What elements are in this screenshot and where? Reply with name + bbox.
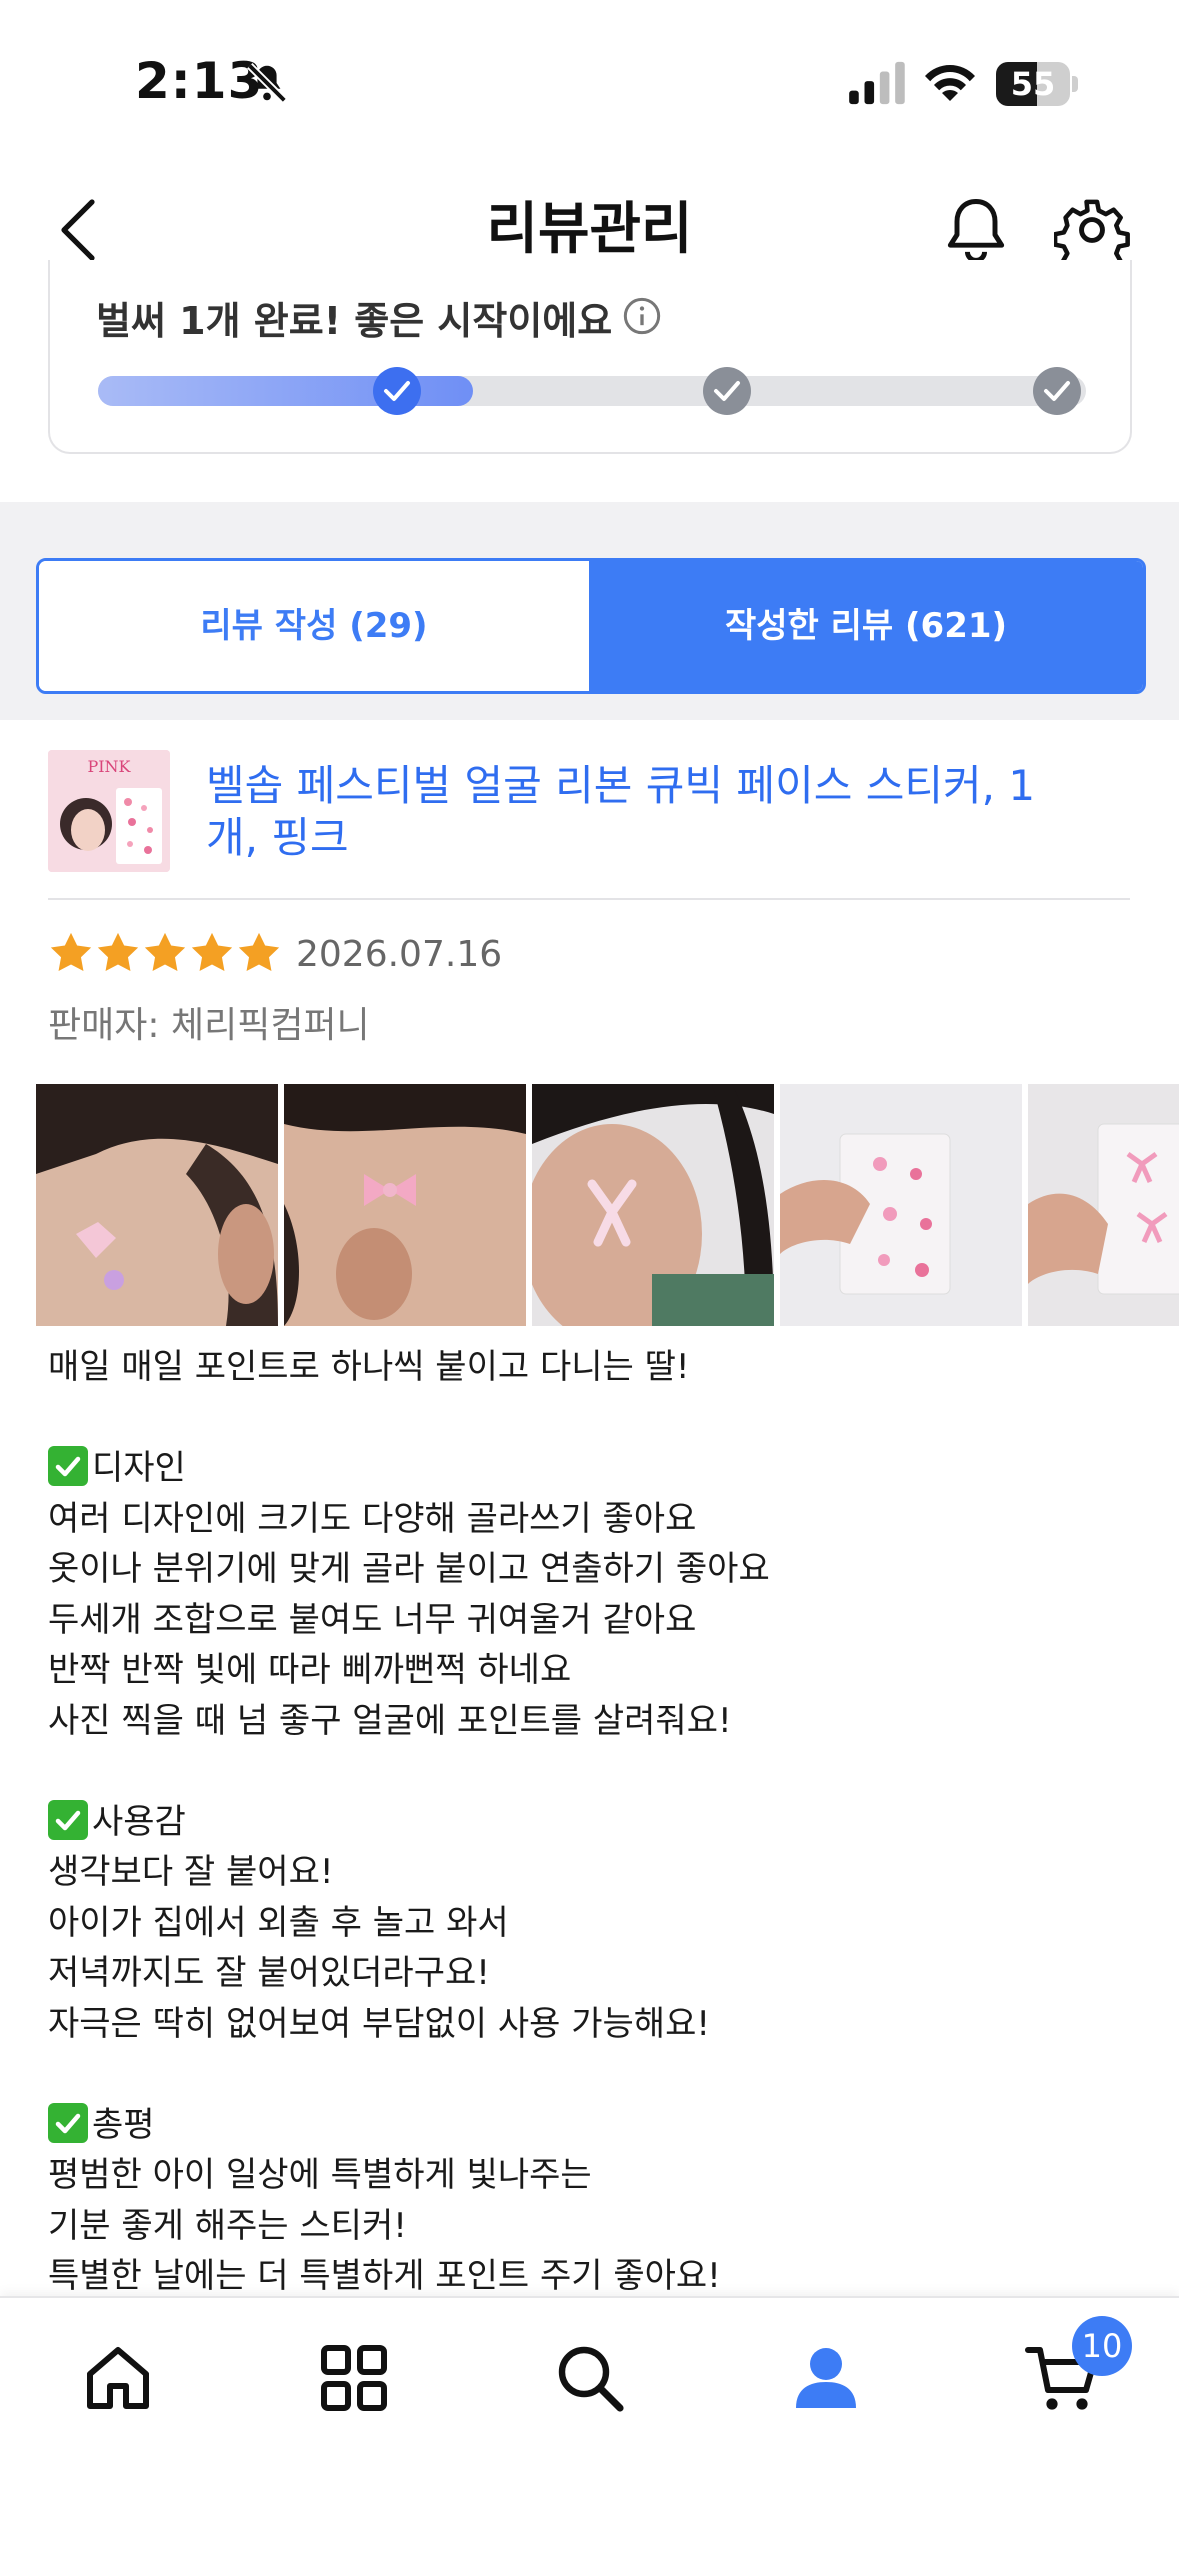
review-line: 저녁까지도 잘 붙어있더라구요!: [48, 1948, 1138, 1999]
star-rating: [48, 930, 283, 986]
review-line: [48, 1393, 1138, 1444]
review-line: [48, 1746, 1138, 1797]
bottom-navigation: [0, 2296, 1179, 2558]
review-line-text: 저녁까지도 잘 붙어있더라구요!: [48, 1953, 490, 1993]
review-line-text: 사진 찍을 때 넘 좋구 얼굴에 포인트를 살려줘요!: [48, 1700, 732, 1741]
cart-count-badge: 10: [1072, 2316, 1132, 2376]
profile-icon[interactable]: [786, 2338, 866, 2418]
info-icon[interactable]: [622, 296, 662, 336]
review-section-heading: 사용감: [48, 1797, 1138, 1848]
review-line-text: 기분 좋게 해주는 스티커!: [48, 2205, 407, 2246]
review-photo-3[interactable]: [532, 1084, 774, 1326]
review-line: 평범한 아이 일상에 특별하게 빛나주는: [48, 2150, 1138, 2201]
check-mark-icon: [48, 1446, 88, 1486]
review-line-text: 사용감: [92, 1801, 186, 1842]
review-date: 2026.07.16: [296, 934, 503, 975]
review-line-text: 두세개 조합으로 붙여도 너무 귀여울거 같아요: [48, 1599, 697, 1640]
progress-step-3-icon: [1032, 366, 1082, 416]
review-section-heading: 디자인: [48, 1443, 1138, 1494]
review-line: 옷이나 분위기에 맞게 골라 붙이고 연출하기 좋아요: [48, 1544, 1138, 1595]
review-body: 매일 매일 포인트로 하나씩 붙이고 다니는 딸! 디자인여러 디자인에 크기도 …: [48, 1342, 1138, 2302]
progress-track: [98, 376, 1086, 406]
notification-bell-icon[interactable]: [938, 192, 1014, 268]
divider: [48, 898, 1130, 900]
review-line: 여러 디자인에 크기도 다양해 골라쓰기 좋아요: [48, 1494, 1138, 1545]
status-bar: 2:13 55: [0, 0, 1179, 170]
check-mark-icon: [48, 1799, 88, 1840]
check-mark-icon: [48, 2102, 88, 2143]
settings-gear-icon[interactable]: [1054, 192, 1130, 268]
review-line: 반짝 반짝 빛에 따라 삐까뻔쩍 하네요: [48, 1645, 1138, 1696]
review-line-text: 디자인: [92, 1448, 186, 1488]
tab-write-review[interactable]: 리뷰 작성 (29): [39, 561, 589, 691]
review-section-heading: 총평: [48, 2100, 1138, 2151]
review-line-text: 반짝 반짝 빛에 따라 삐까뻔쩍 하네요: [48, 1650, 572, 1690]
review-photo-2[interactable]: [284, 1084, 526, 1326]
review-line-text: 자극은 딱히 없어보여 부담없이 사용 가능해요!: [48, 2003, 710, 2044]
review-progress-card: 벌써 1개 완료! 좋은 시작이에요: [48, 260, 1132, 454]
star-icon: [144, 932, 186, 972]
battery-indicator: 55: [996, 62, 1080, 106]
star-icon: [97, 932, 139, 972]
review-line: [48, 2049, 1138, 2100]
review-line: 두세개 조합으로 붙여도 너무 귀여울거 같아요: [48, 1595, 1138, 1646]
progress-message: 벌써 1개 완료! 좋은 시작이에요: [96, 299, 613, 343]
review-line-text: 매일 매일 포인트로 하나씩 붙이고 다니는 딸!: [48, 1347, 690, 1387]
star-icon: [191, 932, 233, 972]
review-line: 매일 매일 포인트로 하나씩 붙이고 다니는 딸!: [48, 1342, 1138, 1393]
seller-name: 체리픽컴퍼니: [170, 1005, 370, 1046]
review-line: 아이가 집에서 외출 후 놀고 와서: [48, 1898, 1138, 1949]
home-icon[interactable]: [78, 2338, 158, 2418]
review-line-text: 아이가 집에서 외출 후 놀고 와서: [48, 1902, 509, 1943]
star-icon: [238, 932, 280, 972]
review-product[interactable]: PINK 벨솝 페스티벌 얼굴 리본 큐빅 페이스 스티커, 1개, 핑크: [0, 720, 1179, 900]
product-thumb-label: PINK: [87, 757, 131, 776]
review-photo-1[interactable]: [36, 1084, 278, 1326]
review-line-text: 특별한 날에는 더 특별하게 포인트 주기 좋아요!: [48, 2256, 721, 2296]
progress-step-1-done-icon: [372, 366, 422, 416]
search-icon[interactable]: [550, 2338, 630, 2418]
review-line-text: 여러 디자인에 크기도 다양해 골라쓰기 좋아요: [48, 1498, 697, 1539]
review-line: 기분 좋게 해주는 스티커!: [48, 2201, 1138, 2252]
seller-label: 판매자:: [48, 1005, 160, 1046]
review-line-text: 생각보다 잘 붙어요!: [48, 1852, 334, 1892]
review-photo-5[interactable]: [1028, 1084, 1179, 1326]
review-line-text: 옷이나 분위기에 맞게 골라 붙이고 연출하기 좋아요: [48, 1549, 770, 1589]
star-icon: [50, 932, 92, 972]
review-tabs: 리뷰 작성 (29) 작성한 리뷰 (621): [36, 558, 1146, 694]
battery-level: 55: [1010, 65, 1056, 103]
seller-info: 판매자: 체리픽컴퍼니: [48, 996, 370, 1048]
review-photo-strip[interactable]: [36, 1084, 1179, 1326]
review-line: 생각보다 잘 붙어요!: [48, 1847, 1138, 1898]
review-photo-4[interactable]: [780, 1084, 1022, 1326]
bell-off-icon: [247, 63, 287, 103]
review-line: 사진 찍을 때 넘 좋구 얼굴에 포인트를 살려줘요!: [48, 1696, 1138, 1747]
signal-icon: [849, 61, 905, 105]
grid-icon[interactable]: [314, 2338, 394, 2418]
tab-written-reviews[interactable]: 작성한 리뷰 (621): [589, 561, 1143, 691]
progress-step-2-icon: [702, 366, 752, 416]
review-line: 특별한 날에는 더 특별하게 포인트 주기 좋아요!: [48, 2251, 1138, 2302]
product-thumbnail[interactable]: PINK: [48, 750, 170, 872]
review-line-text: 평범한 아이 일상에 특별하게 빛나주는: [48, 2155, 592, 2195]
product-name-link[interactable]: 벨솝 페스티벌 얼굴 리본 큐빅 페이스 스티커, 1개, 핑크: [206, 760, 1066, 864]
wifi-icon: [925, 65, 975, 101]
review-line-text: 총평: [92, 2104, 155, 2145]
review-line: 자극은 딱히 없어보여 부담없이 사용 가능해요!: [48, 1999, 1138, 2050]
